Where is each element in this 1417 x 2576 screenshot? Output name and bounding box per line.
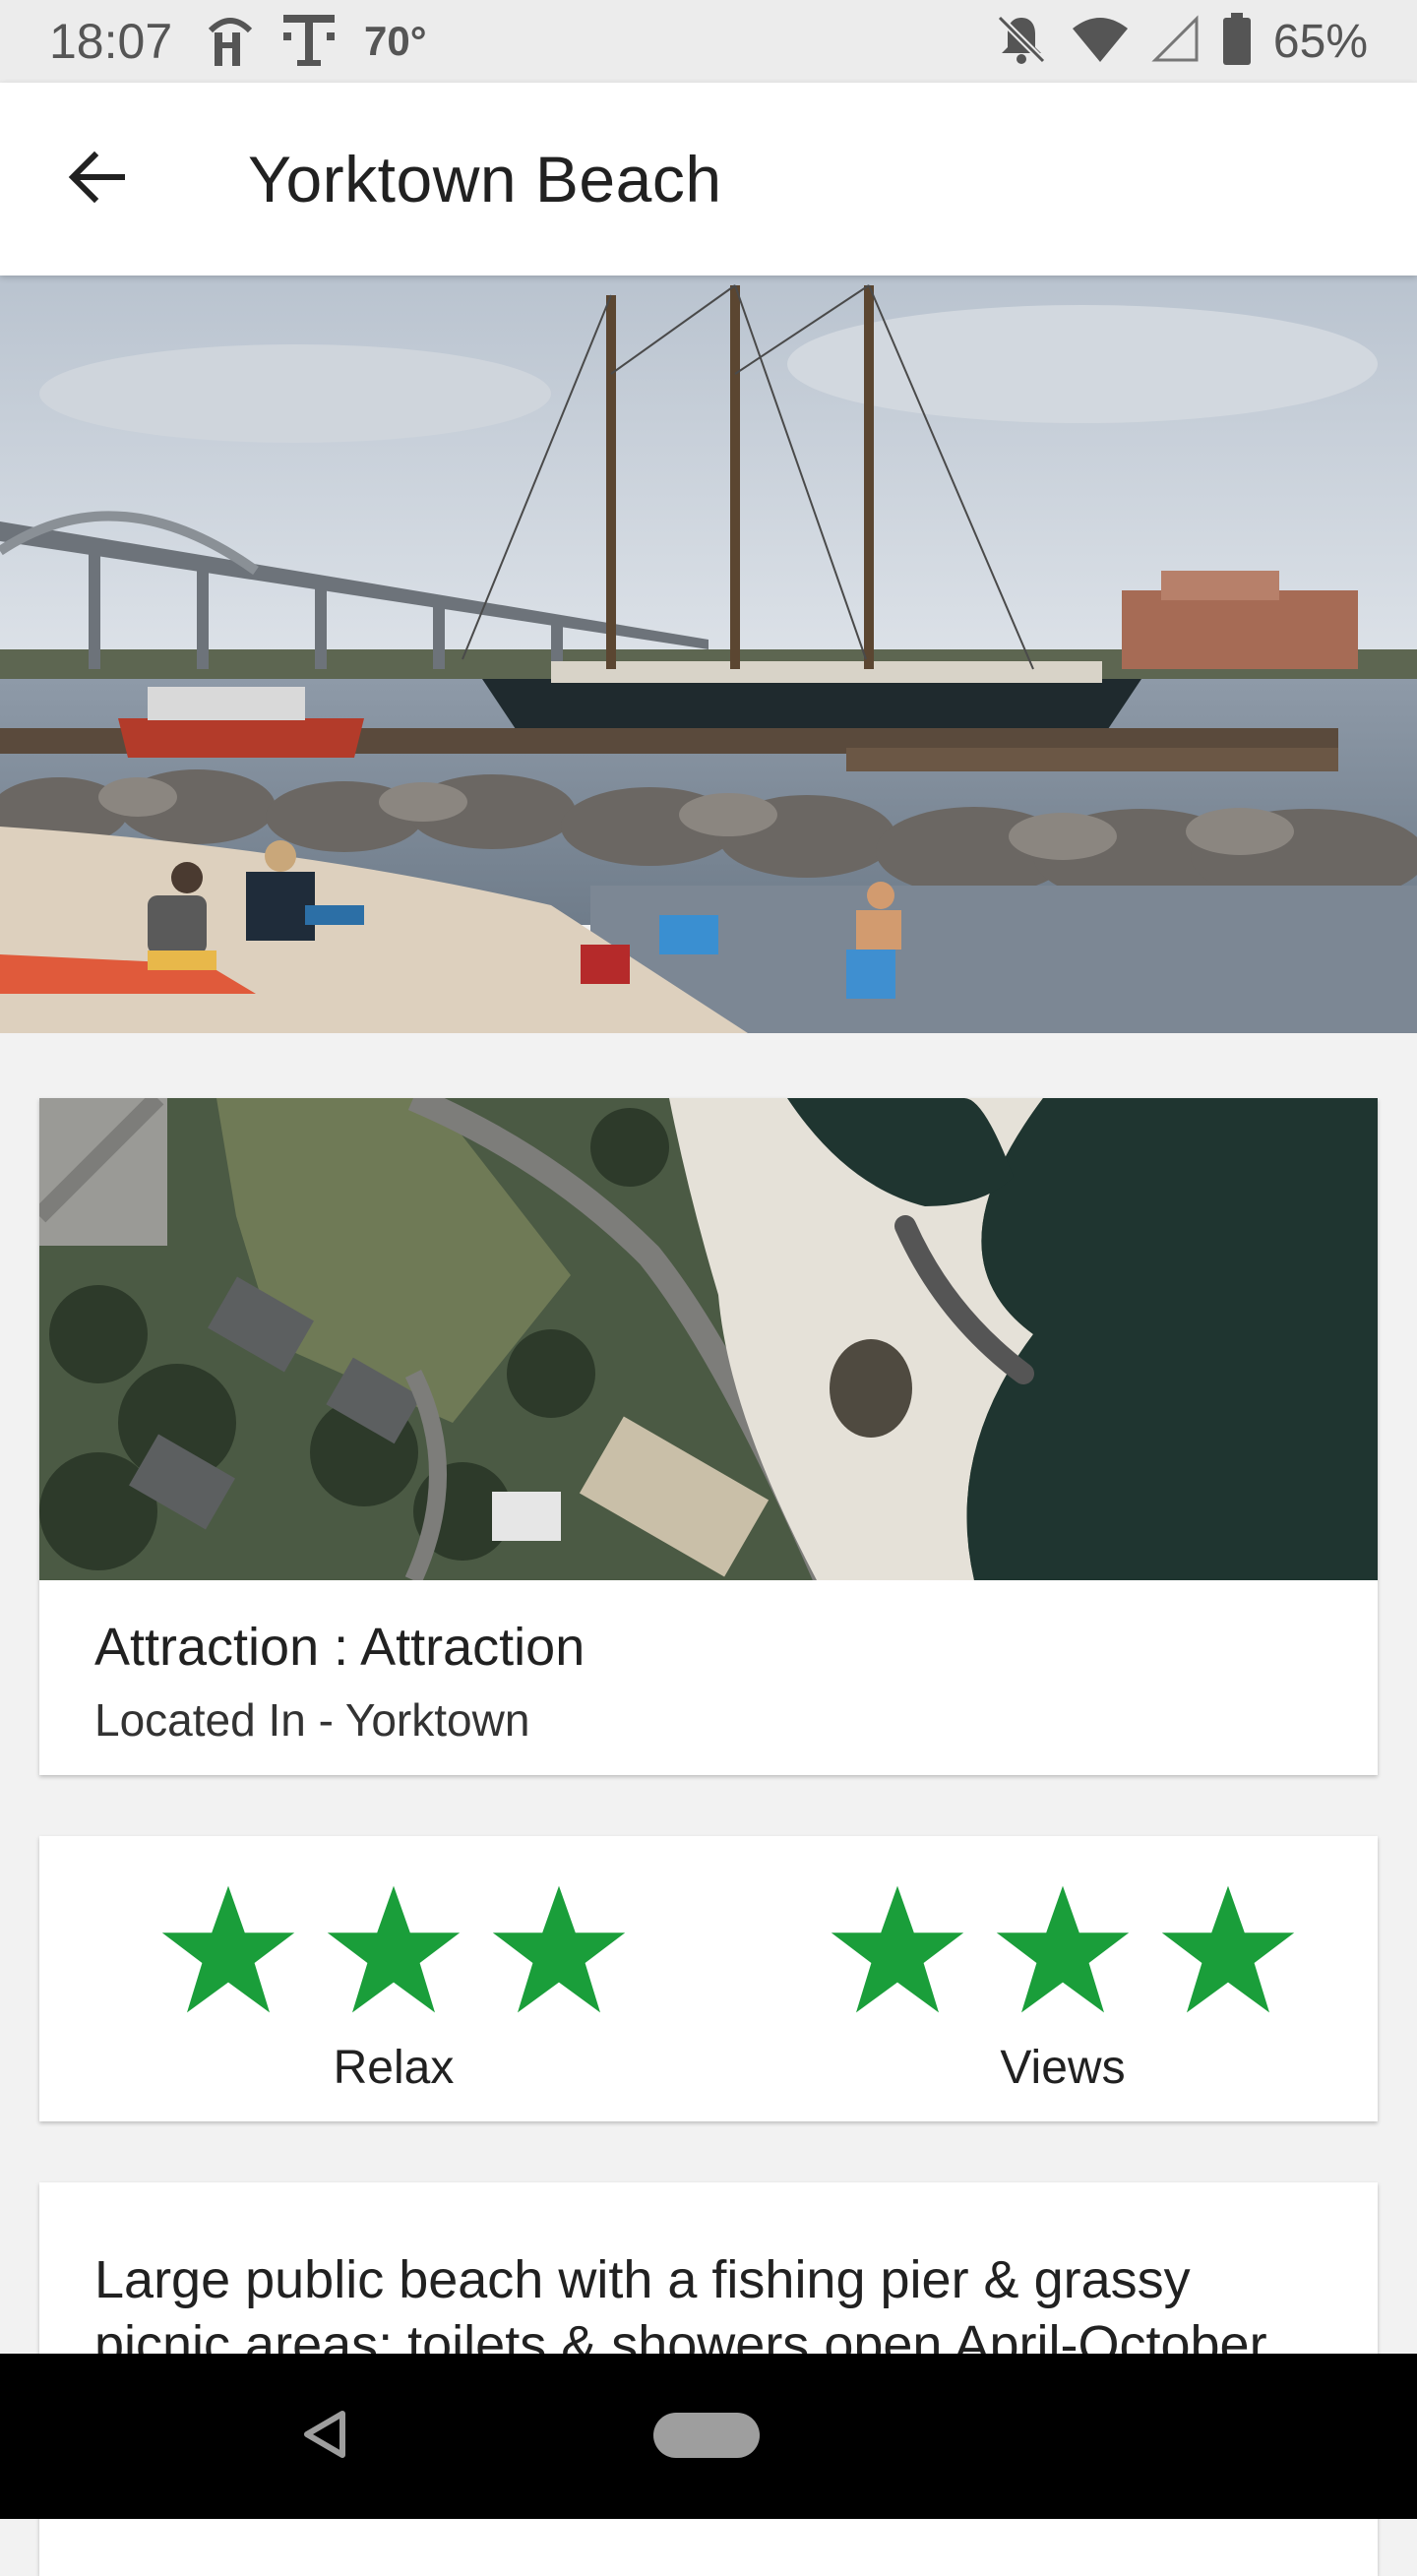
nav-back-button[interactable]	[285, 2397, 364, 2476]
status-temperature: 70°	[364, 18, 427, 64]
star-icon	[161, 1885, 295, 2013]
star-icon	[492, 1885, 626, 2013]
rating-label: Relax	[333, 2042, 455, 2094]
rating-views: Views	[807, 1875, 1319, 2112]
notifications-off-icon	[994, 12, 1049, 72]
status-time: 18:07	[49, 14, 173, 69]
star-icon	[996, 1885, 1130, 2013]
star-icon	[327, 1885, 461, 2013]
attraction-card[interactable]: Attraction : Attraction Located In - Yor…	[39, 1098, 1378, 1775]
located-in: Located In - Yorktown	[94, 1694, 530, 1746]
satellite-map[interactable]	[39, 1098, 1378, 1580]
app-bar: Yorktown Beach	[0, 83, 1417, 276]
status-left-icons: 70°	[207, 10, 427, 73]
tmobile-icon	[281, 11, 337, 73]
cell-signal-icon	[1151, 14, 1201, 69]
star-rating	[138, 1875, 649, 2023]
nav-home-pill[interactable]	[653, 2413, 760, 2458]
fork-knife-icon	[207, 11, 254, 73]
nav-back-icon	[303, 2410, 346, 2464]
battery-icon	[1222, 12, 1252, 71]
status-bar: 18:07 70° 65%	[0, 0, 1417, 83]
status-right-icons: 65%	[994, 10, 1368, 73]
page-title: Yorktown Beach	[248, 143, 722, 215]
star-icon	[1161, 1885, 1295, 2013]
beach-harbor-photo	[0, 276, 1417, 1033]
rating-label: Views	[1000, 2042, 1126, 2094]
battery-percent: 65%	[1272, 15, 1368, 68]
wifi-icon	[1071, 15, 1130, 69]
back-button[interactable]	[47, 130, 146, 228]
ratings-card: Relax Views	[39, 1836, 1378, 2121]
star-icon	[831, 1885, 964, 2013]
rating-relax: Relax	[138, 1875, 649, 2112]
attraction-type: Attraction : Attraction	[94, 1618, 585, 1677]
navigation-bar	[0, 2354, 1417, 2519]
arrow-back-icon	[65, 146, 128, 214]
star-rating	[807, 1875, 1319, 2023]
